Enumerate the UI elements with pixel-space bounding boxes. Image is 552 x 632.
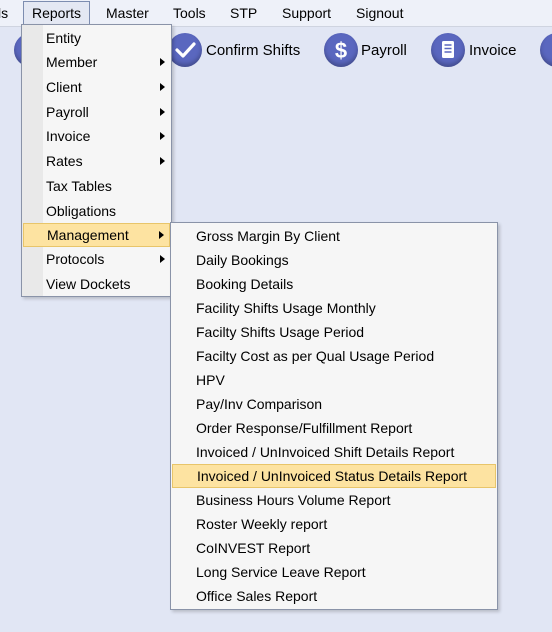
menu-item-office-sales-report[interactable]: Office Sales Report xyxy=(172,584,496,608)
menu-item-long-service-leave-report[interactable]: Long Service Leave Report xyxy=(172,560,496,584)
menu-item-rates[interactable]: Rates xyxy=(23,149,170,173)
menu-item-gross-margin-by-client[interactable]: Gross Margin By Client xyxy=(172,224,496,248)
menu-item-pay-inv-comparison[interactable]: Pay/Inv Comparison xyxy=(172,392,496,416)
menu-item-daily-bookings[interactable]: Daily Bookings xyxy=(172,248,496,272)
submenu-arrow-icon xyxy=(159,231,164,239)
document-icon xyxy=(431,33,465,67)
menu-master[interactable]: Master xyxy=(98,2,157,24)
confirm-shifts-label: Confirm Shifts xyxy=(206,42,301,59)
menu-item-invoice[interactable]: Invoice xyxy=(23,124,170,148)
toolbar-button-partial-right[interactable] xyxy=(540,33,552,71)
menu-item-client[interactable]: Client xyxy=(23,75,170,99)
menu-stp[interactable]: STP xyxy=(222,2,265,24)
menu-item-member[interactable]: Member xyxy=(23,50,170,74)
menu-item-protocols[interactable]: Protocols xyxy=(23,247,170,271)
menu-item-obligations[interactable]: Obligations xyxy=(23,199,170,223)
payroll-button[interactable]: $ Payroll xyxy=(324,33,414,71)
svg-text:$: $ xyxy=(335,38,347,63)
checkmark-icon xyxy=(168,33,202,67)
confirm-shifts-button[interactable]: Confirm Shifts xyxy=(168,33,308,71)
dollar-icon: $ xyxy=(324,33,358,67)
submenu-arrow-icon xyxy=(160,157,165,165)
payroll-label: Payroll xyxy=(361,42,407,59)
menu-signout[interactable]: Signout xyxy=(348,2,411,24)
submenu-arrow-icon xyxy=(160,108,165,116)
submenu-arrow-icon xyxy=(160,58,165,66)
menu-item-facility-cost-qual-usage-period[interactable]: Facilty Cost as per Qual Usage Period xyxy=(172,344,496,368)
menu-tools-partial[interactable]: ls xyxy=(0,2,16,24)
menu-support[interactable]: Support xyxy=(274,2,339,24)
menu-item-hpv[interactable]: HPV xyxy=(172,368,496,392)
reports-dropdown: Entity Member Client Payroll Invoice Rat… xyxy=(21,24,172,297)
invoice-button[interactable]: Invoice xyxy=(431,33,526,71)
menu-item-coinvest-report[interactable]: CoINVEST Report xyxy=(172,536,496,560)
menu-item-payroll[interactable]: Payroll xyxy=(23,100,170,124)
menu-item-invoiced-status-details-report[interactable]: Invoiced / UnInvoiced Status Details Rep… xyxy=(172,464,496,488)
menu-item-tax-tables[interactable]: Tax Tables xyxy=(23,174,170,198)
menu-item-order-response-report[interactable]: Order Response/Fulfillment Report xyxy=(172,416,496,440)
invoice-label: Invoice xyxy=(469,42,517,59)
menu-item-entity[interactable]: Entity xyxy=(23,26,170,50)
toolbar-circle-icon xyxy=(540,33,552,67)
menu-item-roster-weekly-report[interactable]: Roster Weekly report xyxy=(172,512,496,536)
menu-item-business-hours-volume-report[interactable]: Business Hours Volume Report xyxy=(172,488,496,512)
submenu-arrow-icon xyxy=(160,83,165,91)
menu-item-facility-shifts-usage-period[interactable]: Facilty Shifts Usage Period xyxy=(172,320,496,344)
menu-item-booking-details[interactable]: Booking Details xyxy=(172,272,496,296)
menu-item-invoiced-shift-details-report[interactable]: Invoiced / UnInvoiced Shift Details Repo… xyxy=(172,440,496,464)
menu-tools[interactable]: Tools xyxy=(165,2,214,24)
menu-bar: ls Reports Master Tools STP Support Sign… xyxy=(0,0,552,27)
menu-item-management[interactable]: Management xyxy=(23,223,170,247)
management-submenu: Gross Margin By Client Daily Bookings Bo… xyxy=(170,222,498,610)
menu-item-facility-shifts-usage-monthly[interactable]: Facility Shifts Usage Monthly xyxy=(172,296,496,320)
submenu-arrow-icon xyxy=(160,255,165,263)
menu-item-view-dockets[interactable]: View Dockets xyxy=(23,272,170,296)
menu-reports[interactable]: Reports xyxy=(23,1,91,25)
submenu-arrow-icon xyxy=(160,132,165,140)
